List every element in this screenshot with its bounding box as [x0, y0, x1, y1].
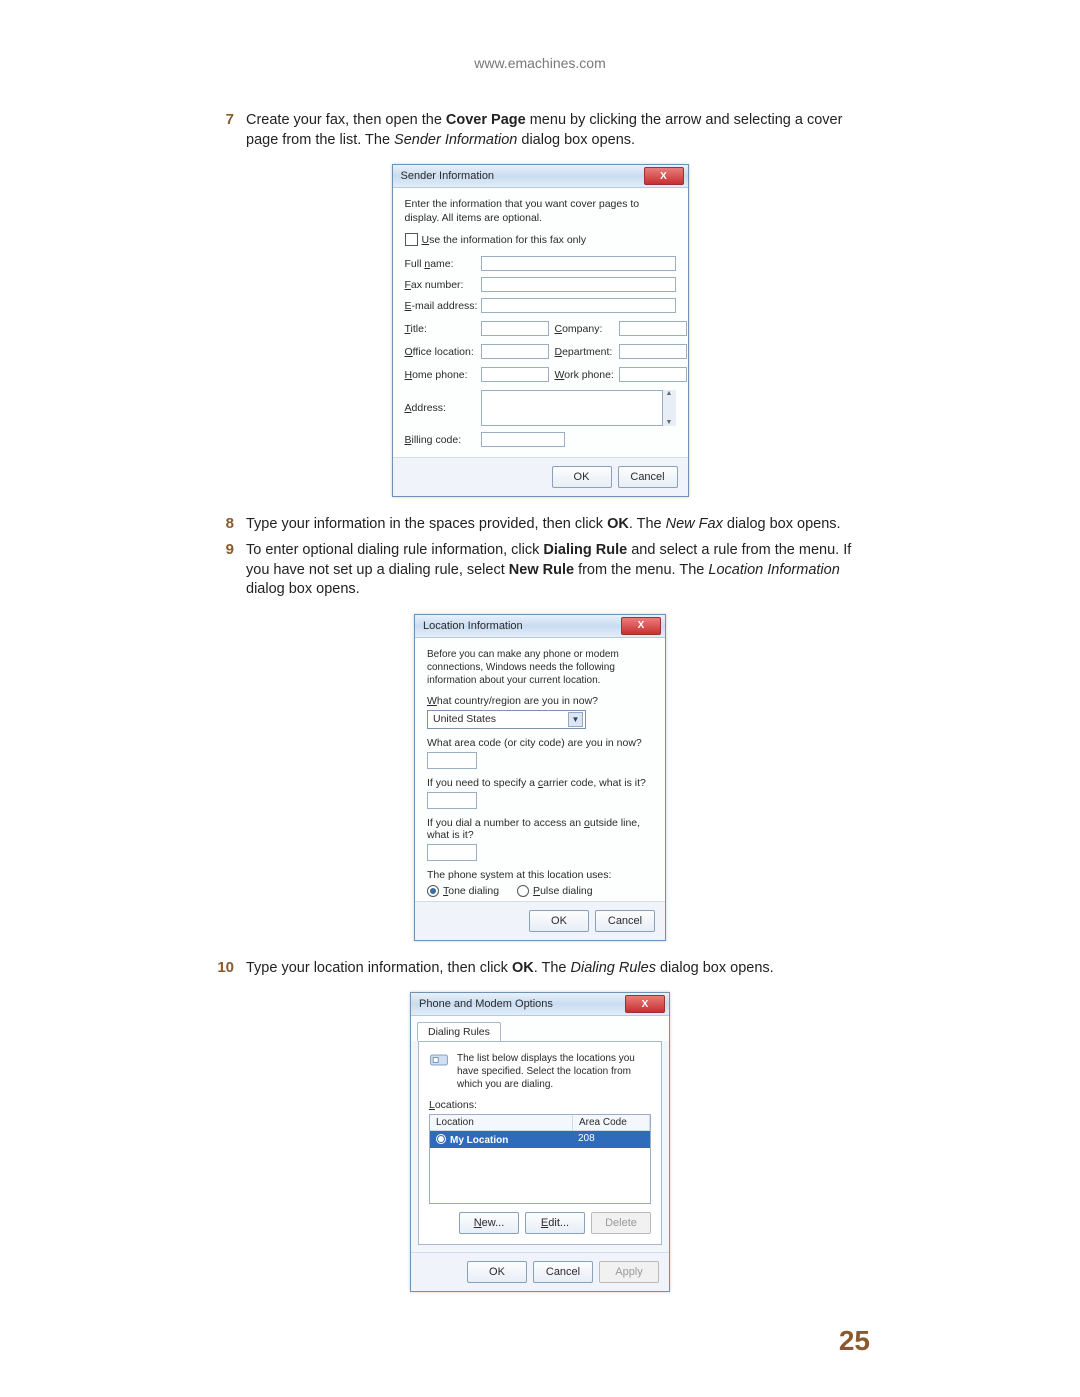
tone-dialing-radio[interactable]: Tone dialing: [427, 885, 499, 897]
carrier-code-question: If you need to specify a carrier code, w…: [427, 777, 653, 789]
department-field[interactable]: [619, 344, 687, 359]
new-button[interactable]: New...: [459, 1212, 519, 1234]
step-9-number: 9: [210, 541, 234, 600]
apply-button: Apply: [599, 1261, 659, 1283]
pulse-dialing-radio[interactable]: Pulse dialing: [517, 885, 593, 897]
ok-button[interactable]: OK: [467, 1261, 527, 1283]
row-area-value: 208: [572, 1131, 650, 1148]
dialog2-titlebar[interactable]: Location Information X: [415, 615, 665, 638]
home-phone-field[interactable]: [481, 367, 549, 382]
dialog3-intro: The list below displays the locations yo…: [457, 1052, 651, 1091]
step-9-text: To enter optional dialing rule informati…: [246, 541, 870, 600]
cancel-button[interactable]: Cancel: [533, 1261, 593, 1283]
step-list-3: 10 Type your location information, then …: [210, 959, 870, 979]
work-phone-label: Work phone:: [555, 369, 613, 381]
email-field[interactable]: [481, 298, 676, 313]
step-8-number: 8: [210, 515, 234, 535]
billing-field[interactable]: [481, 432, 565, 447]
dialog2-title: Location Information: [423, 620, 523, 632]
address-field[interactable]: ▲▼: [481, 390, 676, 426]
radio-checked-icon[interactable]: [427, 885, 439, 897]
ok-button[interactable]: OK: [529, 910, 589, 932]
country-question: What country/region are you in now?: [427, 695, 653, 707]
locations-label: Locations:: [429, 1099, 651, 1111]
outside-line-question: If you dial a number to access an outsid…: [427, 817, 653, 841]
step-8-text: Type your information in the spaces prov…: [246, 515, 870, 535]
office-field[interactable]: [481, 344, 549, 359]
row-location-value: My Location: [450, 1135, 508, 1146]
step-7-text: Create your fax, then open the Cover Pag…: [246, 111, 870, 150]
cancel-button[interactable]: Cancel: [595, 910, 655, 932]
outside-line-field[interactable]: [427, 844, 477, 861]
area-code-question: What area code (or city code) are you in…: [427, 737, 653, 749]
step-8: 8 Type your information in the spaces pr…: [210, 515, 870, 535]
fax-number-field[interactable]: [481, 277, 676, 292]
phone-system-label: The phone system at this location uses:: [427, 869, 653, 881]
checkbox-icon[interactable]: [405, 233, 418, 246]
work-phone-field[interactable]: [619, 367, 687, 382]
title-field[interactable]: [481, 321, 549, 336]
edit-button[interactable]: Edit...: [525, 1212, 585, 1234]
close-icon[interactable]: X: [625, 995, 665, 1013]
dialog3-title: Phone and Modem Options: [419, 998, 553, 1010]
ok-button[interactable]: OK: [552, 466, 612, 488]
scrollbar-icon[interactable]: ▲▼: [662, 390, 676, 426]
sender-information-dialog: Sender Information X Enter the informati…: [392, 164, 689, 497]
fax-number-label: Fax number:: [405, 279, 475, 291]
page-header-url: www.emachines.com: [210, 55, 870, 71]
tab-dialing-rules[interactable]: Dialing Rules: [417, 1022, 501, 1041]
phone-modem-options-dialog: Phone and Modem Options X Dialing Rules …: [410, 992, 670, 1292]
company-field[interactable]: [619, 321, 687, 336]
full-name-label: Full name:: [405, 258, 475, 270]
list-row-selected[interactable]: My Location 208: [430, 1131, 650, 1148]
full-name-field[interactable]: [481, 256, 676, 271]
chevron-down-icon[interactable]: ▼: [568, 712, 583, 727]
col-area-header: Area Code: [573, 1115, 650, 1130]
country-combo[interactable]: United States ▼: [427, 710, 586, 729]
close-icon[interactable]: X: [621, 617, 661, 635]
office-label: Office location:: [405, 346, 475, 358]
step-7-number: 7: [210, 111, 234, 150]
country-value: United States: [433, 713, 496, 725]
step-list-2: 8 Type your information in the spaces pr…: [210, 515, 870, 599]
delete-button: Delete: [591, 1212, 651, 1234]
step-list: 7 Create your fax, then open the Cover P…: [210, 111, 870, 150]
address-label: Address:: [405, 402, 475, 414]
home-phone-label: Home phone:: [405, 369, 475, 381]
dialog3-titlebar[interactable]: Phone and Modem Options X: [411, 993, 669, 1016]
radio-icon[interactable]: [517, 885, 529, 897]
area-code-field[interactable]: [427, 752, 477, 769]
dialog1-title: Sender Information: [401, 170, 495, 182]
location-information-dialog: Location Information X Before you can ma…: [414, 614, 666, 941]
close-icon[interactable]: X: [644, 167, 684, 185]
page-number: 25: [839, 1325, 870, 1357]
dialog1-intro: Enter the information that you want cove…: [405, 198, 676, 225]
department-label: Department:: [555, 346, 613, 358]
col-location-header: Location: [430, 1115, 573, 1130]
phone-icon: [429, 1052, 449, 1068]
list-header: Location Area Code: [430, 1115, 650, 1131]
email-label: E-mail address:: [405, 300, 475, 312]
cancel-button[interactable]: Cancel: [618, 466, 678, 488]
use-info-checkbox-row[interactable]: Use the information for this fax only: [405, 233, 676, 246]
step-7: 7 Create your fax, then open the Cover P…: [210, 111, 870, 150]
carrier-code-field[interactable]: [427, 792, 477, 809]
step-10: 10 Type your location information, then …: [210, 959, 870, 979]
dialog1-titlebar[interactable]: Sender Information X: [393, 165, 688, 188]
title-label: Title:: [405, 323, 475, 335]
step-9: 9 To enter optional dialing rule informa…: [210, 541, 870, 600]
company-label: Company:: [555, 323, 613, 335]
step-10-number: 10: [210, 959, 234, 979]
bullet-icon: [436, 1134, 446, 1144]
step-10-text: Type your location information, then cli…: [246, 959, 870, 979]
locations-listbox[interactable]: Location Area Code My Location 208: [429, 1114, 651, 1204]
billing-label: Billing code:: [405, 434, 475, 446]
dialog2-intro: Before you can make any phone or modem c…: [427, 648, 653, 687]
